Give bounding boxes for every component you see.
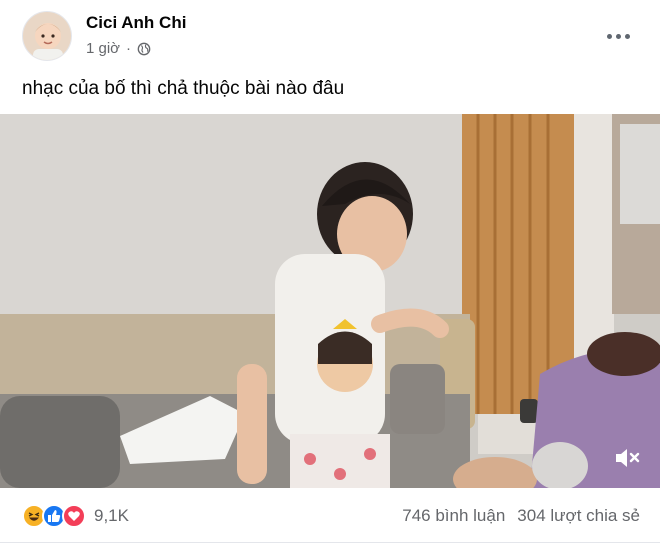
facebook-post: Cici Anh Chi 1 giờ · nhạc của bố thì chả… bbox=[0, 0, 660, 543]
reaction-count: 9,1K bbox=[94, 506, 129, 525]
post-time[interactable]: 1 giờ bbox=[86, 40, 120, 57]
volume-muted-icon[interactable] bbox=[610, 441, 644, 475]
video-frame bbox=[0, 114, 660, 488]
avatar-image bbox=[23, 12, 71, 60]
globe-icon[interactable] bbox=[137, 42, 151, 56]
more-options-icon[interactable] bbox=[600, 22, 636, 50]
dot bbox=[624, 33, 630, 39]
post-meta: 1 giờ · bbox=[86, 40, 151, 57]
comments-count[interactable]: 746 bình luận bbox=[402, 506, 505, 526]
post-caption: nhạc của bố thì chả thuộc bài nào đâu bbox=[22, 78, 345, 99]
engagement-stats: 746 bình luận 304 lượt chia sẻ bbox=[402, 506, 640, 526]
avatar[interactable] bbox=[22, 11, 72, 61]
love-icon bbox=[62, 504, 86, 528]
dot bbox=[606, 33, 612, 39]
author-name[interactable]: Cici Anh Chi bbox=[86, 13, 186, 33]
meta-separator: · bbox=[126, 40, 132, 57]
reaction-summary[interactable]: 9,1K bbox=[22, 504, 129, 528]
dot bbox=[615, 33, 621, 39]
post-footer: 9,1K 746 bình luận 304 lượt chia sẻ bbox=[0, 488, 660, 543]
video-player[interactable] bbox=[0, 114, 660, 488]
shares-count[interactable]: 304 lượt chia sẻ bbox=[517, 506, 640, 526]
